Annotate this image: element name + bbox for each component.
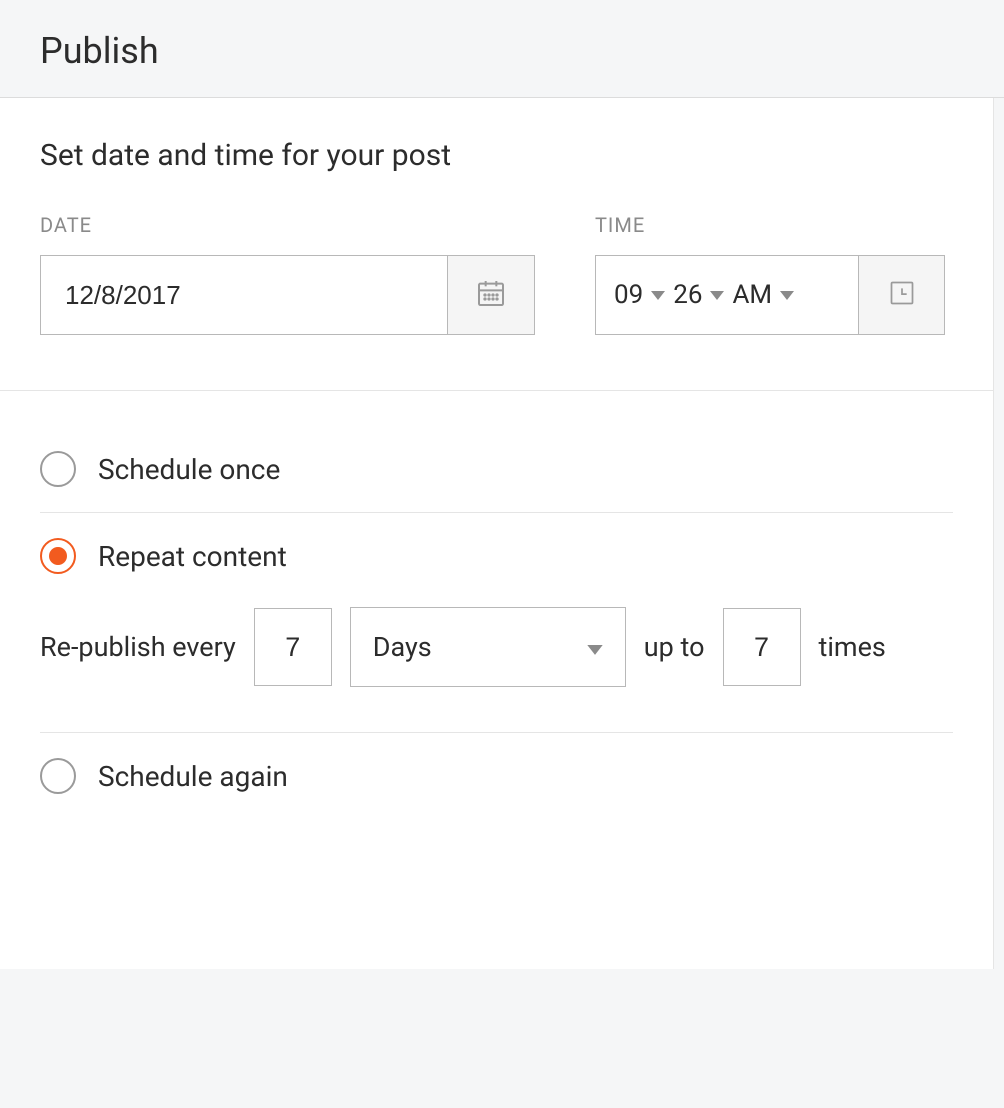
option-schedule-once-block: Schedule once — [40, 426, 953, 512]
time-field-group: TIME 09 26 AM — [595, 213, 945, 335]
clock-icon — [888, 279, 916, 311]
date-field-group: DATE — [40, 213, 535, 335]
calendar-icon — [475, 277, 507, 313]
datetime-section: Set date and time for your post DATE — [0, 98, 993, 391]
option-repeat-content-block: Repeat content Re-publish every Days up … — [40, 513, 953, 732]
repeat-config: Re-publish every Days up to times — [40, 599, 953, 732]
repeat-count-input[interactable] — [723, 608, 801, 686]
option-schedule-again-block: Schedule again — [40, 733, 953, 819]
repeat-prefix: Re-publish every — [40, 631, 236, 663]
datetime-row: DATE — [40, 213, 953, 335]
option-label: Repeat content — [98, 540, 287, 573]
repeat-times-label: times — [819, 631, 886, 663]
date-label: DATE — [40, 213, 535, 237]
option-schedule-again[interactable]: Schedule again — [40, 743, 953, 819]
page-title: Publish — [40, 30, 964, 72]
time-selects: 09 26 AM — [595, 255, 859, 335]
option-label: Schedule once — [98, 453, 280, 486]
radio-icon[interactable] — [40, 538, 76, 574]
option-schedule-once[interactable]: Schedule once — [40, 436, 953, 512]
schedule-options: Schedule once Repeat content Re-publish … — [0, 391, 993, 969]
time-input-wrap: 09 26 AM — [595, 255, 945, 335]
option-label: Schedule again — [98, 760, 288, 793]
chevron-down-icon — [587, 631, 603, 663]
chevron-down-icon[interactable] — [780, 286, 794, 305]
option-repeat-content[interactable]: Repeat content — [40, 523, 953, 599]
time-hour[interactable]: 09 — [614, 280, 643, 310]
page-header: Publish — [0, 0, 1004, 98]
chevron-down-icon[interactable] — [710, 286, 724, 305]
time-period[interactable]: AM — [732, 280, 772, 310]
repeat-upto-label: up to — [644, 631, 705, 663]
datetime-heading: Set date and time for your post — [40, 138, 953, 173]
time-label: TIME — [595, 213, 945, 237]
date-input-wrap — [40, 255, 535, 335]
repeat-interval-input[interactable] — [254, 608, 332, 686]
calendar-button[interactable] — [447, 255, 535, 335]
clock-button[interactable] — [859, 255, 945, 335]
chevron-down-icon[interactable] — [651, 286, 665, 305]
repeat-unit-value: Days — [373, 631, 432, 663]
time-minute[interactable]: 26 — [673, 280, 702, 310]
date-input[interactable] — [40, 255, 447, 335]
publish-panel: Set date and time for your post DATE — [0, 98, 994, 969]
radio-icon[interactable] — [40, 451, 76, 487]
radio-icon[interactable] — [40, 758, 76, 794]
repeat-unit-select[interactable]: Days — [350, 607, 626, 687]
